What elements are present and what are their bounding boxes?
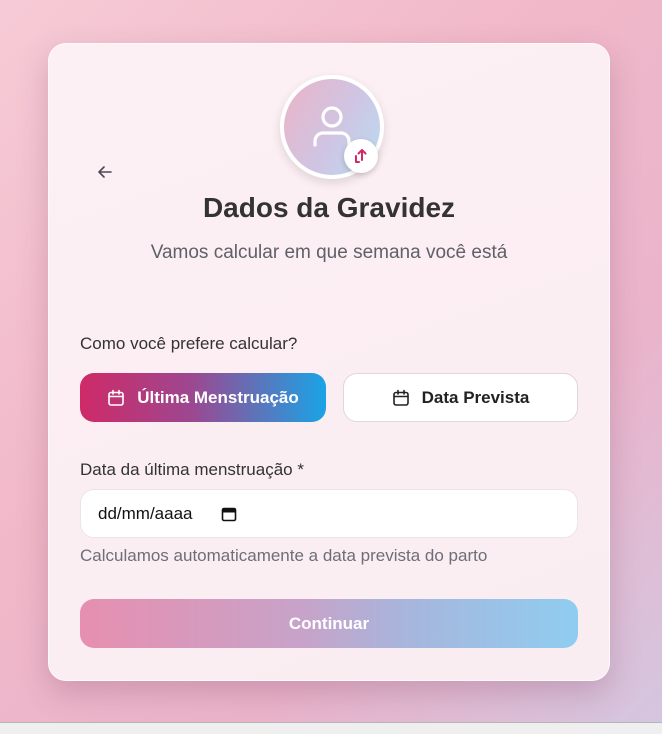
- calendar-icon: [392, 389, 409, 406]
- upload-icon: [355, 149, 367, 163]
- last-period-date-input[interactable]: dd/mm/aaaa: [80, 489, 578, 538]
- arrow-left-icon: [98, 166, 112, 178]
- continue-button[interactable]: Continuar: [80, 599, 578, 648]
- pregnancy-data-card: Dados da Gravidez Vamos calcular em que …: [48, 43, 610, 681]
- option-last-period-label: Última Menstruação: [137, 387, 299, 407]
- page-title: Dados da Gravidez: [202, 192, 456, 223]
- date-placeholder: dd/mm/aaaa: [98, 503, 193, 523]
- calendar-icon: [221, 507, 236, 521]
- calc-method-question: Como você prefere calcular?: [80, 334, 298, 353]
- calendar-icon: [108, 389, 125, 406]
- back-button[interactable]: [93, 160, 117, 184]
- user-icon: [313, 106, 351, 147]
- date-field-hint: Calculamos automaticamente a data previs…: [80, 546, 488, 565]
- date-picker-button[interactable]: [221, 506, 237, 522]
- option-last-period[interactable]: Última Menstruação: [80, 373, 326, 422]
- date-field-label: Data da última menstruação *: [80, 460, 304, 479]
- upload-photo-button[interactable]: [344, 139, 378, 173]
- page-subtitle: Vamos calcular em que semana você está: [150, 242, 508, 263]
- bottom-bar: [0, 722, 662, 734]
- avatar[interactable]: [280, 75, 384, 179]
- option-due-date-label: Data Prevista: [421, 387, 530, 407]
- option-due-date[interactable]: Data Prevista: [343, 373, 578, 422]
